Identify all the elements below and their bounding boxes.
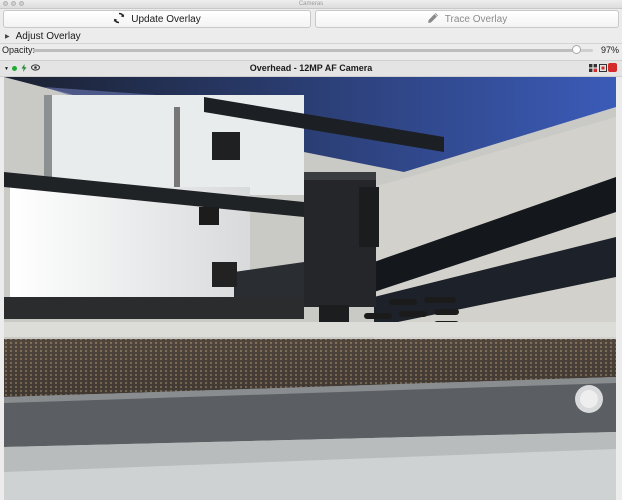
trace-overlay-button[interactable]: Trace Overlay [315, 10, 619, 28]
camera-title: Overhead - 12MP AF Camera [249, 63, 373, 73]
grid-icon[interactable] [589, 64, 597, 75]
adjust-overlay-toggle[interactable]: ▶ Adjust Overlay [0, 29, 622, 44]
update-overlay-button[interactable]: Update Overlay [3, 10, 311, 28]
opacity-value: 97% [600, 45, 619, 55]
pencil-icon [427, 12, 439, 27]
focus-icon[interactable] [599, 64, 607, 75]
refresh-icon [113, 12, 125, 27]
camera-header: ▼ Overhead - 12MP AF Camera [0, 60, 622, 77]
window-title: Cameras [298, 1, 324, 7]
opacity-slider-fill [33, 49, 577, 52]
camera-feed[interactable] [4, 77, 616, 500]
record-icon[interactable] [608, 63, 617, 72]
update-overlay-label: Update Overlay [131, 13, 201, 25]
disclosure-triangle-icon: ▶ [5, 33, 10, 40]
opacity-slider[interactable] [33, 45, 593, 54]
opacity-row: Opacity: 97% [0, 44, 622, 57]
opacity-slider-handle[interactable] [572, 45, 582, 54]
adjust-overlay-label: Adjust Overlay [15, 30, 81, 42]
opacity-label: Opacity: [2, 45, 36, 55]
window-titlebar: Cameras [0, 0, 622, 9]
trace-overlay-label: Trace Overlay [444, 13, 508, 25]
